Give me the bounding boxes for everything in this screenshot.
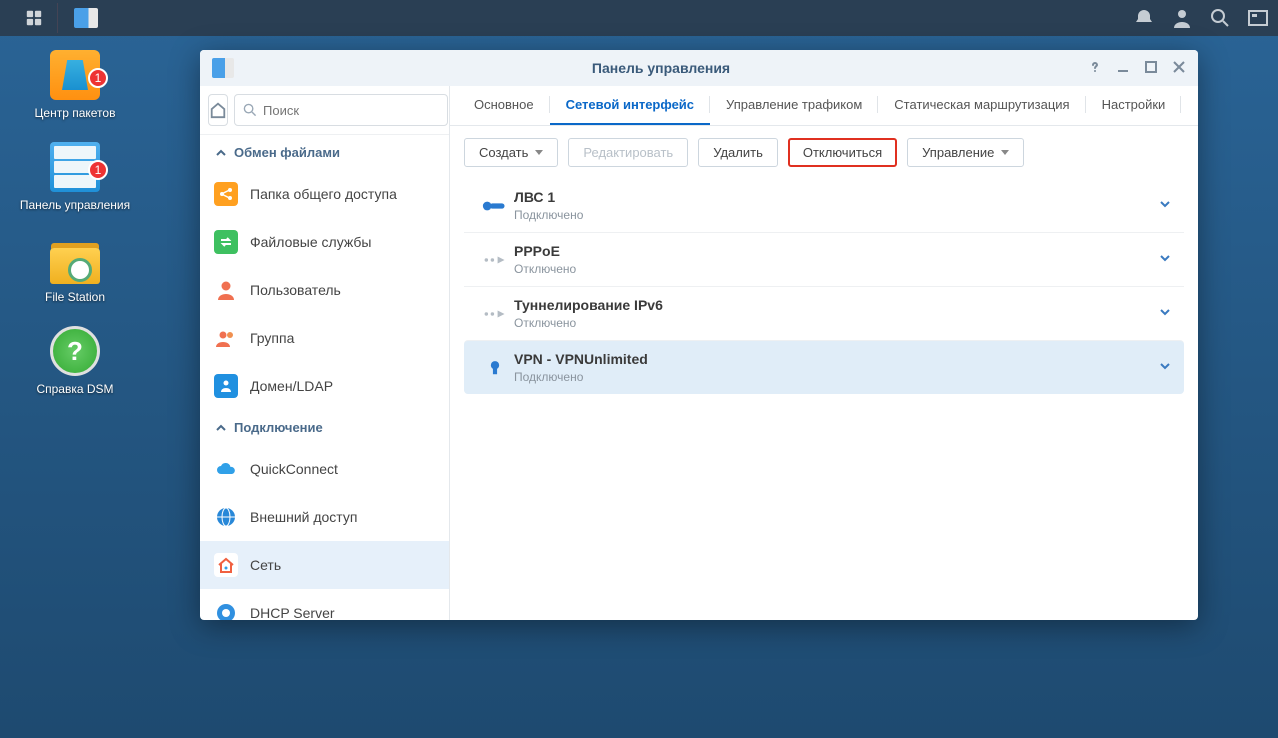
interface-status: Отключено (514, 262, 1158, 276)
desktop-icon-control-panel[interactable]: 1 Панель управления (10, 142, 140, 212)
interface-name: PPPoE (514, 243, 1158, 259)
icon-label: File Station (10, 290, 140, 304)
tab-general[interactable]: Основное (458, 86, 550, 125)
interface-row-lan[interactable]: ЛВС 1 Подключено (464, 179, 1184, 232)
interface-row-pppoe[interactable]: PPPoE Отключено (464, 232, 1184, 286)
sidebar-label: Сеть (250, 557, 281, 573)
manage-button[interactable]: Управление (907, 138, 1024, 167)
chevron-down-icon (1158, 305, 1172, 322)
sidebar-label: DHCP Server (250, 605, 335, 620)
dhcp-icon (214, 601, 238, 620)
maximize-button[interactable] (1144, 60, 1158, 77)
lan-icon (476, 197, 514, 215)
delete-button[interactable]: Удалить (698, 138, 778, 167)
main-panel: Основное Сетевой интерфейс Управление тр… (450, 86, 1198, 620)
tab-traffic-control[interactable]: Управление трафиком (710, 86, 878, 125)
interface-status: Подключено (514, 208, 1158, 222)
titlebar: Панель управления (200, 50, 1198, 86)
section-fileshare[interactable]: Обмен файлами (200, 135, 449, 170)
window-title: Панель управления (234, 60, 1088, 76)
sidebar-label: Группа (250, 330, 294, 346)
main-menu-button[interactable] (10, 3, 58, 33)
user-icon (214, 278, 238, 302)
sidebar: Обмен файлами Папка общего доступа Файло… (200, 86, 450, 620)
toolbar: Создать Редактировать Удалить Отключитьс… (450, 126, 1198, 179)
notifications-icon[interactable] (1134, 8, 1154, 28)
interface-status: Отключено (514, 316, 1158, 330)
sidebar-item-user[interactable]: Пользователь (200, 266, 449, 314)
minimize-button[interactable] (1116, 60, 1130, 77)
interface-row-ipv6-tunnel[interactable]: Туннелирование IPv6 Отключено (464, 286, 1184, 340)
desktop: 1 Центр пакетов 1 Панель управления File… (10, 50, 140, 396)
search-icon[interactable] (1210, 8, 1230, 28)
close-button[interactable] (1172, 60, 1186, 77)
create-button[interactable]: Создать (464, 138, 558, 167)
interface-status: Подключено (514, 370, 1158, 384)
control-panel-window: Панель управления Обмен файлами (200, 50, 1198, 620)
sidebar-item-group[interactable]: Группа (200, 314, 449, 362)
tabs: Основное Сетевой интерфейс Управление тр… (450, 86, 1198, 126)
group-icon (214, 326, 238, 350)
sidebar-label: Файловые службы (250, 234, 371, 250)
chevron-down-icon (1158, 251, 1172, 268)
cloud-icon (214, 457, 238, 481)
sidebar-search[interactable] (234, 94, 448, 126)
interface-name: ЛВС 1 (514, 189, 1158, 205)
network-icon (214, 553, 238, 577)
app-icon (212, 58, 234, 78)
ldap-icon (214, 374, 238, 398)
chevron-down-icon (1158, 359, 1172, 376)
chevron-down-icon (535, 150, 543, 155)
interface-row-vpn[interactable]: VPN - VPNUnlimited Подключено (464, 340, 1184, 394)
help-button[interactable] (1088, 60, 1102, 77)
interface-name: Туннелирование IPv6 (514, 297, 1158, 313)
sidebar-label: Домен/LDAP (250, 378, 333, 394)
tab-static-route[interactable]: Статическая маршрутизация (878, 86, 1085, 125)
sidebar-label: Пользователь (250, 282, 341, 298)
pppoe-icon (476, 251, 514, 269)
sidebar-item-shared-folder[interactable]: Папка общего доступа (200, 170, 449, 218)
globe-icon (214, 505, 238, 529)
sidebar-label: QuickConnect (250, 461, 338, 477)
taskbar-app-control-panel[interactable] (62, 3, 110, 33)
sidebar-item-dhcp[interactable]: DHCP Server (200, 589, 449, 620)
widgets-icon[interactable] (1248, 8, 1268, 28)
sidebar-label: Внешний доступ (250, 509, 357, 525)
user-icon[interactable] (1172, 8, 1192, 28)
tunnel-icon (476, 305, 514, 323)
tab-settings[interactable]: Настройки (1086, 86, 1182, 125)
icon-label: Справка DSM (10, 382, 140, 396)
sidebar-item-external-access[interactable]: Внешний доступ (200, 493, 449, 541)
home-button[interactable] (208, 94, 228, 126)
badge: 1 (88, 68, 108, 88)
sidebar-label: Папка общего доступа (250, 186, 397, 202)
desktop-icon-file-station[interactable]: File Station (10, 234, 140, 304)
icon-label: Панель управления (10, 198, 140, 212)
tab-network-interface[interactable]: Сетевой интерфейс (550, 86, 710, 125)
chevron-down-icon (1001, 150, 1009, 155)
sidebar-item-network[interactable]: Сеть (200, 541, 449, 589)
desktop-icon-pkg-center[interactable]: 1 Центр пакетов (10, 50, 140, 120)
section-connectivity[interactable]: Подключение (200, 410, 449, 445)
interface-name: VPN - VPNUnlimited (514, 351, 1158, 367)
icon-label: Центр пакетов (10, 106, 140, 120)
vpn-icon (476, 359, 514, 377)
sidebar-item-domain-ldap[interactable]: Домен/LDAP (200, 362, 449, 410)
share-icon (214, 182, 238, 206)
badge: 1 (88, 160, 108, 180)
sidebar-item-file-services[interactable]: Файловые службы (200, 218, 449, 266)
desktop-icon-dsm-help[interactable]: ? Справка DSM (10, 326, 140, 396)
search-input[interactable] (263, 103, 439, 118)
disconnect-button[interactable]: Отключиться (788, 138, 897, 167)
taskbar (0, 0, 1278, 36)
sidebar-item-quickconnect[interactable]: QuickConnect (200, 445, 449, 493)
chevron-down-icon (1158, 197, 1172, 214)
swap-icon (214, 230, 238, 254)
edit-button[interactable]: Редактировать (568, 138, 688, 167)
interface-list: ЛВС 1 Подключено PPPoE Отключено (450, 179, 1198, 394)
